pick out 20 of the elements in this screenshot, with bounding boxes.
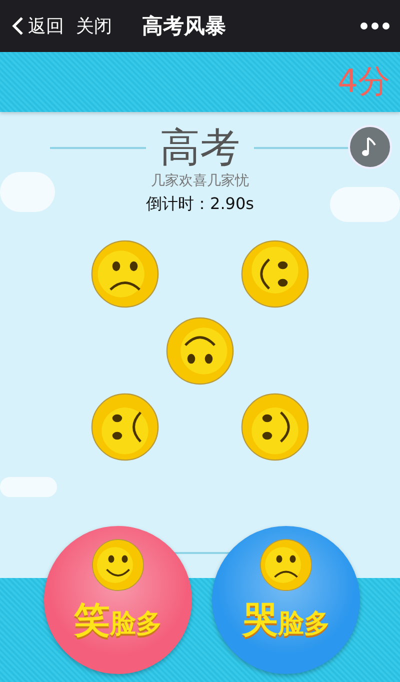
sad-face-icon <box>90 239 160 309</box>
smiley-face-icon <box>91 538 145 592</box>
smiley-face-icon <box>165 316 235 386</box>
sad-face-icon <box>259 538 313 592</box>
smiley-face-icon <box>240 239 310 309</box>
cloud-icon <box>0 477 57 497</box>
music-note-button[interactable] <box>348 125 392 169</box>
cloud-icon <box>0 172 55 212</box>
page-title: 高考风暴 <box>142 13 227 40</box>
back-button[interactable]: 返回 <box>12 14 64 38</box>
subtitle: 几家欢喜几家忧 <box>151 172 249 190</box>
cloud-icon <box>330 187 400 222</box>
game-title: 高考 <box>160 124 240 172</box>
more-icon[interactable] <box>360 22 390 30</box>
close-button[interactable]: 关闭 <box>76 14 112 38</box>
score: 4分 <box>338 61 390 102</box>
sad-face-icon <box>90 392 160 462</box>
countdown-timer: 倒计时：2.90s <box>146 194 254 215</box>
chevron-left-icon <box>12 16 24 36</box>
smiley-face-icon <box>240 392 310 462</box>
